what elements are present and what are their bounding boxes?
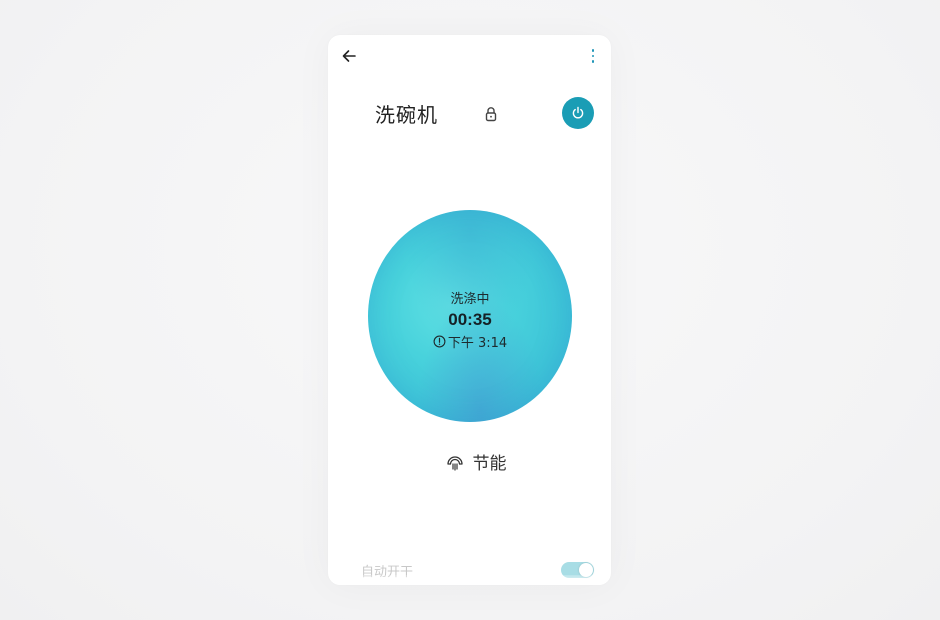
- lock-icon[interactable]: [484, 106, 498, 122]
- power-button[interactable]: [562, 97, 594, 129]
- title-row: 洗碗机: [328, 95, 611, 131]
- mode-selector[interactable]: 节能: [328, 449, 611, 474]
- remaining-time: 00:35: [448, 309, 492, 329]
- bottom-fade: [328, 575, 611, 585]
- eco-mode-icon: [446, 455, 463, 471]
- arrow-left-icon: [342, 50, 356, 62]
- more-vertical-icon: [591, 49, 595, 52]
- background: 洗碗机 洗涤中 00:35 下午 3:14 节能 自动开干: [0, 0, 940, 620]
- end-time: 下午 3:14: [447, 335, 508, 351]
- more-menu-button[interactable]: [587, 46, 599, 66]
- mode-label: 节能: [472, 454, 507, 474]
- page-title: 洗碗机: [375, 103, 438, 127]
- back-button[interactable]: [339, 46, 359, 66]
- top-bar: [328, 35, 611, 77]
- wash-status-label: 洗涤中: [450, 291, 490, 307]
- app-screen: 洗碗机 洗涤中 00:35 下午 3:14 节能 自动开干: [328, 35, 611, 585]
- end-time-row: 下午 3:14: [433, 332, 507, 351]
- status-orb: 洗涤中 00:35 下午 3:14: [368, 210, 572, 422]
- power-icon: [572, 106, 584, 119]
- status-panel: 洗涤中 00:35 下午 3:14: [368, 210, 572, 422]
- info-clock-icon: [433, 335, 446, 347]
